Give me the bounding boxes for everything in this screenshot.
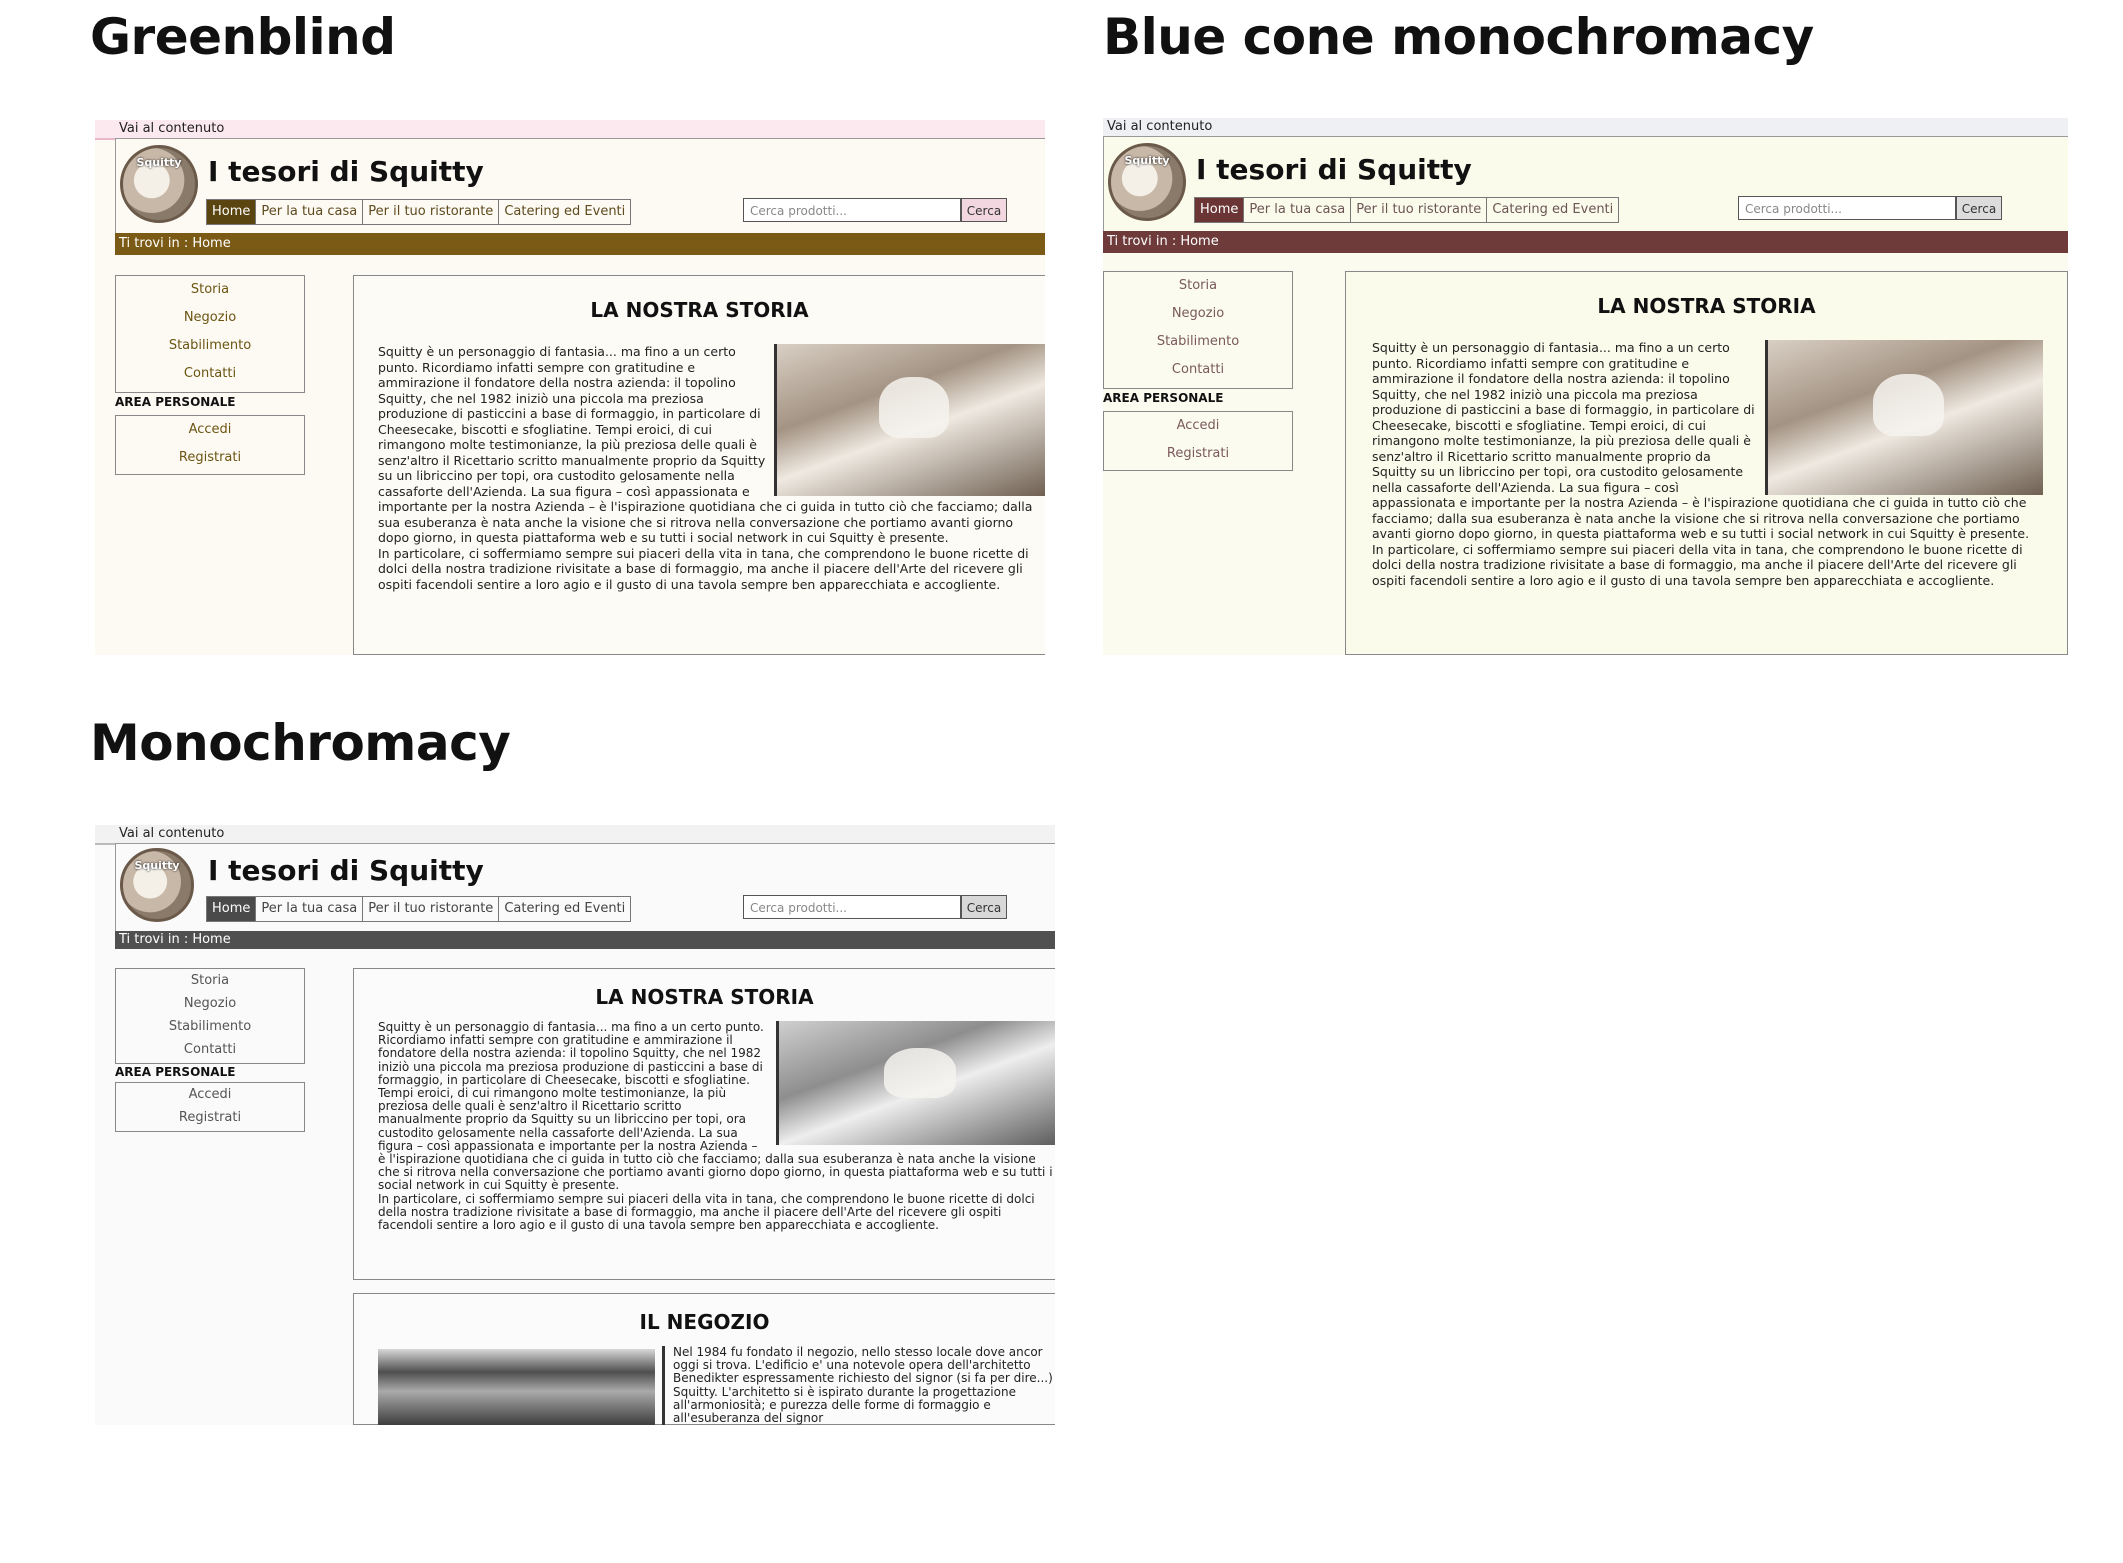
story-section: LA NOSTRA STORIA Squitty è un personaggi… — [1345, 271, 2068, 655]
breadcrumb: Ti trovi in : Home — [1103, 231, 2068, 253]
site-header: Squitty I tesori di Squitty Home Per la … — [1103, 136, 2068, 233]
sidebar-item-contatti[interactable]: Contatti — [116, 1038, 304, 1061]
sidebar-item-negozio[interactable]: Negozio — [116, 992, 304, 1015]
screenshot-greenblind: Vai al contenuto Squitty I tesori di Squ… — [95, 120, 1045, 655]
sidebar-item-storia[interactable]: Storia — [116, 969, 304, 992]
sidebar-item-storia[interactable]: Storia — [116, 276, 304, 304]
nav-catering-ed-eventi[interactable]: Catering ed Eventi — [499, 897, 630, 921]
sidebar-item-contatti[interactable]: Contatti — [116, 360, 304, 388]
search-button[interactable]: Cerca — [961, 198, 1007, 222]
sidebar-item-stabilimento[interactable]: Stabilimento — [116, 1015, 304, 1038]
story-section: LA NOSTRA STORIA Squitty è un personaggi… — [353, 275, 1045, 655]
nav-home[interactable]: Home — [1195, 198, 1245, 222]
story-paragraph-2: In particolare, ci soffermiamo sempre su… — [378, 1191, 1035, 1233]
nav-per-il-tuo-ristorante[interactable]: Per il tuo ristorante — [363, 897, 500, 921]
login-link[interactable]: Accedi — [116, 1083, 304, 1106]
story-paragraph-2: In particolare, ci soffermiamo sempre su… — [1372, 541, 2023, 588]
skip-link[interactable]: Vai al contenuto — [1103, 118, 2068, 137]
search-input[interactable]: Cerca prodotti... — [743, 198, 961, 222]
skip-link[interactable]: Vai al contenuto — [95, 120, 1045, 140]
nav-per-il-tuo-ristorante[interactable]: Per il tuo ristorante — [363, 200, 500, 224]
search-button[interactable]: Cerca — [961, 895, 1007, 919]
squitty-logo[interactable]: Squitty — [120, 848, 194, 922]
account-menu: Accedi Registrati — [1103, 411, 1293, 471]
nav-per-il-tuo-ristorante[interactable]: Per il tuo ristorante — [1351, 198, 1488, 222]
search-input[interactable]: Cerca prodotti... — [1738, 196, 1956, 220]
register-link[interactable]: Registrati — [1104, 440, 1292, 468]
story-title: LA NOSTRA STORIA — [1597, 294, 1816, 318]
story-text: Squitty è un personaggio di fantasia... … — [378, 344, 1045, 592]
shop-text: Nel 1984 fu fondato il negozio, nello st… — [662, 1345, 1055, 1425]
sidebar-menu: Storia Negozio Stabilimento Contatti — [1103, 271, 1293, 389]
squitty-logo[interactable]: Squitty — [120, 145, 198, 223]
breadcrumb: Ti trovi in : Home — [115, 931, 1055, 949]
sidebar-item-stabilimento[interactable]: Stabilimento — [1104, 328, 1292, 356]
story-section: LA NOSTRA STORIA Squitty è un personaggi… — [353, 968, 1055, 1280]
breadcrumb: Ti trovi in : Home — [115, 233, 1045, 255]
sidebar-item-negozio[interactable]: Negozio — [116, 304, 304, 332]
shop-title: IL NEGOZIO — [639, 1310, 770, 1334]
shop-section: IL NEGOZIO Nel 1984 fu fondato il negozi… — [353, 1293, 1055, 1425]
nav-per-la-tua-casa[interactable]: Per la tua casa — [256, 897, 364, 921]
site-title: I tesori di Squitty — [1196, 153, 1472, 186]
main-nav: Home Per la tua casa Per il tuo ristoran… — [206, 199, 632, 225]
area-personale-label: AREA PERSONALE — [1103, 391, 1224, 405]
shop-photo — [378, 1349, 655, 1425]
story-text: Squitty è un personaggio di fantasia... … — [378, 1020, 1055, 1233]
nav-per-la-tua-casa[interactable]: Per la tua casa — [1244, 198, 1352, 222]
nav-per-la-tua-casa[interactable]: Per la tua casa — [256, 200, 364, 224]
sidebar-menu: Storia Negozio Stabilimento Contatti — [115, 968, 305, 1064]
story-text: Squitty è un personaggio di fantasia... … — [1372, 340, 2043, 588]
site-header: Squitty I tesori di Squitty Home Per la … — [115, 843, 1055, 933]
skip-link[interactable]: Vai al contenuto — [95, 825, 1055, 845]
area-personale-label: AREA PERSONALE — [115, 395, 236, 409]
sidebar-item-contatti[interactable]: Contatti — [1104, 356, 1292, 384]
site-header: Squitty I tesori di Squitty Home Per la … — [115, 138, 1045, 235]
story-title: LA NOSTRA STORIA — [590, 298, 809, 322]
sidebar-item-storia[interactable]: Storia — [1104, 272, 1292, 300]
heading-monochromacy: Monochromacy — [90, 714, 511, 772]
screenshot-blue-cone: Vai al contenuto Squitty I tesori di Squ… — [1103, 118, 2068, 655]
nav-catering-ed-eventi[interactable]: Catering ed Eventi — [499, 200, 630, 224]
search-button[interactable]: Cerca — [1956, 196, 2002, 220]
story-photo — [776, 1021, 1055, 1145]
register-link[interactable]: Registrati — [116, 1106, 304, 1129]
sidebar-item-negozio[interactable]: Negozio — [1104, 300, 1292, 328]
nav-home[interactable]: Home — [207, 200, 257, 224]
story-photo — [774, 344, 1045, 496]
story-photo — [1765, 340, 2043, 495]
search-input[interactable]: Cerca prodotti... — [743, 895, 961, 919]
login-link[interactable]: Accedi — [1104, 412, 1292, 440]
story-title: LA NOSTRA STORIA — [595, 985, 814, 1009]
story-paragraph-2: In particolare, ci soffermiamo sempre su… — [378, 545, 1029, 592]
site-title: I tesori di Squitty — [208, 155, 484, 188]
login-link[interactable]: Accedi — [116, 416, 304, 444]
account-menu: Accedi Registrati — [115, 415, 305, 475]
heading-blue-cone: Blue cone monochromacy — [1103, 8, 1814, 66]
main-nav: Home Per la tua casa Per il tuo ristoran… — [1194, 197, 1620, 223]
sidebar-item-stabilimento[interactable]: Stabilimento — [116, 332, 304, 360]
sidebar-menu: Storia Negozio Stabilimento Contatti — [115, 275, 305, 393]
heading-greenblind: Greenblind — [90, 8, 396, 66]
nav-home[interactable]: Home — [207, 897, 257, 921]
area-personale-label: AREA PERSONALE — [115, 1065, 236, 1079]
site-title: I tesori di Squitty — [208, 854, 484, 887]
register-link[interactable]: Registrati — [116, 444, 304, 472]
account-menu: Accedi Registrati — [115, 1082, 305, 1132]
screenshot-monochromacy: Vai al contenuto Squitty I tesori di Squ… — [95, 825, 1055, 1425]
squitty-logo[interactable]: Squitty — [1108, 143, 1186, 221]
main-nav: Home Per la tua casa Per il tuo ristoran… — [206, 896, 632, 922]
nav-catering-ed-eventi[interactable]: Catering ed Eventi — [1487, 198, 1618, 222]
